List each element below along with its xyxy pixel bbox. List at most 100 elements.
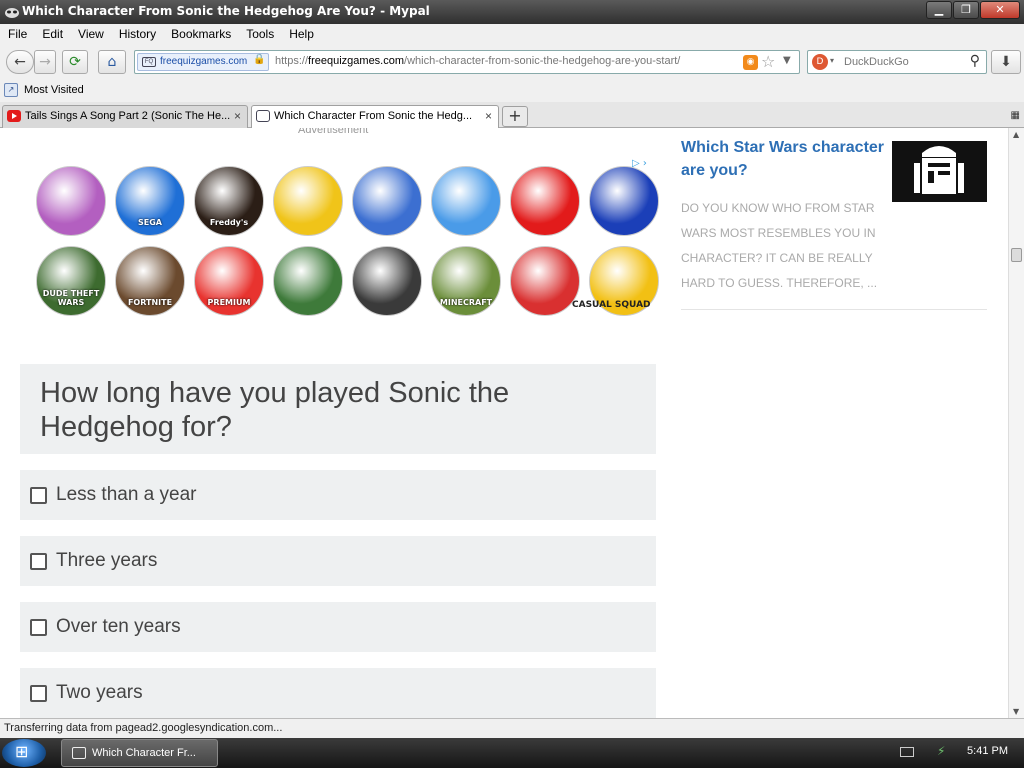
new-tab-button[interactable]: + bbox=[502, 106, 528, 127]
game-ad-label: SEGA bbox=[138, 218, 162, 227]
mypal-taskbar-icon bbox=[72, 747, 86, 759]
tab-close-icon[interactable]: × bbox=[485, 106, 492, 127]
restore-button[interactable]: ❐ bbox=[953, 1, 979, 19]
menu-tools[interactable]: Tools bbox=[246, 24, 274, 44]
game-ad-icon[interactable] bbox=[431, 166, 501, 236]
menu-bookmarks[interactable]: Bookmarks bbox=[171, 24, 231, 44]
game-ad-icon[interactable] bbox=[36, 166, 106, 236]
game-ad-label: Freddy's bbox=[209, 218, 249, 227]
navigation-toolbar: ← → ⟳ ⌂ FQ freequizgames.com 🔒 https://f… bbox=[0, 44, 1024, 80]
answer-option[interactable]: Less than a year bbox=[20, 470, 656, 520]
keyboard-icon[interactable] bbox=[900, 747, 914, 757]
window-titlebar: Which Character From Sonic the Hedgehog … bbox=[0, 0, 1024, 24]
tab-list-icon[interactable]: ▦ bbox=[1011, 110, 1020, 121]
game-ad-icon[interactable]: MINECRAFT bbox=[431, 246, 501, 316]
status-bar: Transferring data from pagead2.googlesyn… bbox=[0, 718, 1024, 738]
bookmark-star-icon[interactable]: ☆ bbox=[761, 52, 775, 71]
site-favicon-icon: FQ bbox=[142, 57, 156, 67]
network-icon[interactable]: ⚡ bbox=[937, 744, 945, 758]
home-button[interactable]: ⌂ bbox=[98, 50, 126, 74]
game-ad-icon[interactable] bbox=[352, 166, 422, 236]
rss-feed-icon[interactable]: ◉ bbox=[743, 55, 758, 70]
tab-tails-sings[interactable]: Tails Sings A Song Part 2 (Sonic The He.… bbox=[2, 105, 248, 128]
answer-label: Two years bbox=[56, 682, 143, 703]
back-button[interactable]: ← bbox=[6, 50, 34, 74]
status-text: Transferring data from pagead2.googlesyn… bbox=[4, 722, 283, 734]
game-ad-icon[interactable]: DUDE THEFT WARS bbox=[36, 246, 106, 316]
bookmark-most-visited[interactable]: ↗ Most Visited bbox=[4, 83, 84, 97]
menu-file[interactable]: File bbox=[8, 24, 27, 44]
answer-label: Over ten years bbox=[56, 616, 181, 637]
checkbox-icon[interactable] bbox=[30, 684, 47, 702]
related-quiz-title[interactable]: Which Star Wars character are you? bbox=[681, 136, 886, 182]
checkbox-icon[interactable] bbox=[30, 618, 47, 636]
game-ad-icon[interactable]: PREMIUM bbox=[194, 246, 264, 316]
duckduckgo-icon[interactable]: D bbox=[812, 54, 828, 70]
game-ad-icon[interactable] bbox=[352, 246, 422, 316]
mypal-app-icon bbox=[4, 4, 20, 20]
taskbar-window-button[interactable]: Which Character Fr... bbox=[61, 739, 218, 767]
game-ad-label: DUDE THEFT WARS bbox=[42, 289, 100, 307]
game-ad-icon[interactable]: FORTNITE bbox=[115, 246, 185, 316]
search-placeholder: DuckDuckGo bbox=[844, 56, 909, 68]
answer-label: Less than a year bbox=[56, 484, 197, 505]
divider bbox=[681, 309, 987, 310]
minimize-button[interactable]: ▁ bbox=[926, 1, 952, 19]
menu-bar: File Edit View History Bookmarks Tools H… bbox=[0, 24, 1024, 44]
checkbox-icon[interactable] bbox=[30, 552, 47, 570]
scroll-up-icon[interactable]: ▲ bbox=[1013, 130, 1019, 139]
menu-history[interactable]: History bbox=[119, 24, 156, 44]
page-scrollbar[interactable]: ▲ ▼ bbox=[1008, 128, 1024, 718]
reload-button[interactable]: ⟳ bbox=[62, 50, 88, 74]
windows-taskbar: Which Character Fr... ⚡ 5:41 PM bbox=[0, 738, 1024, 768]
casual-squad-logo: CASUAL SQUAD bbox=[572, 300, 651, 310]
game-ad-label: MINECRAFT bbox=[439, 298, 493, 307]
site-identity[interactable]: FQ freequizgames.com bbox=[137, 53, 269, 71]
answer-option[interactable]: Two years bbox=[20, 668, 656, 718]
game-ad-icon[interactable] bbox=[510, 166, 580, 236]
window-title: Which Character From Sonic the Hedgehog … bbox=[22, 4, 430, 18]
game-ad-icon[interactable]: SEGA bbox=[115, 166, 185, 236]
menu-view[interactable]: View bbox=[78, 24, 104, 44]
game-ad-label: PREMIUM bbox=[207, 298, 251, 307]
tab-close-icon[interactable]: × bbox=[234, 106, 241, 127]
answer-option[interactable]: Over ten years bbox=[20, 602, 656, 652]
close-button[interactable]: ✕ bbox=[980, 1, 1020, 19]
game-ad-icon[interactable] bbox=[510, 246, 580, 316]
game-ad-icon[interactable] bbox=[273, 246, 343, 316]
tab-bar: Tails Sings A Song Part 2 (Sonic The He.… bbox=[0, 102, 1024, 128]
scroll-thumb[interactable] bbox=[1011, 248, 1022, 262]
url-text[interactable]: https://freequizgames.com/which-characte… bbox=[275, 55, 735, 67]
game-ad-label: FORTNITE bbox=[127, 298, 173, 307]
search-icon[interactable]: ⚲ bbox=[970, 53, 980, 69]
start-button[interactable] bbox=[2, 739, 46, 767]
url-bar[interactable]: FQ freequizgames.com 🔒 https://freequizg… bbox=[134, 50, 800, 74]
advertisement-label: Advertisement bbox=[298, 128, 369, 136]
freequizgames-icon bbox=[256, 110, 270, 122]
url-dropdown-icon[interactable]: ▼ bbox=[783, 55, 791, 66]
search-engine-dropdown-icon[interactable]: ▾ bbox=[830, 56, 834, 65]
page-content: Advertisement ▷ › SEGA Freddy's DUDE THEFT… bbox=[0, 128, 1008, 718]
r2d2-thumbnail[interactable] bbox=[892, 141, 987, 202]
menu-edit[interactable]: Edit bbox=[42, 24, 63, 44]
system-tray: ⚡ 5:41 PM bbox=[884, 738, 1024, 768]
answer-option[interactable]: Three years bbox=[20, 536, 656, 586]
lock-icon: 🔒 bbox=[253, 54, 266, 65]
checkbox-icon[interactable] bbox=[30, 486, 47, 504]
download-button[interactable]: ⬇ bbox=[991, 50, 1021, 74]
quiz-question: How long have you played Sonic the Hedge… bbox=[40, 377, 510, 443]
game-ad-grid: SEGA Freddy's DUDE THEFT WARS FORTNITE PREMI… bbox=[36, 166, 660, 316]
tab-sonic-quiz[interactable]: Which Character From Sonic the Hedg... × bbox=[251, 105, 499, 128]
youtube-icon bbox=[7, 110, 21, 122]
quiz-question-box: How long have you played Sonic the Hedge… bbox=[20, 364, 656, 454]
bookmarks-toolbar: ↗ Most Visited bbox=[0, 80, 1024, 102]
menu-help[interactable]: Help bbox=[289, 24, 314, 44]
forward-button[interactable]: → bbox=[34, 50, 56, 74]
scroll-down-icon[interactable]: ▼ bbox=[1013, 707, 1019, 716]
game-ad-icon[interactable] bbox=[589, 166, 659, 236]
clock[interactable]: 5:41 PM bbox=[967, 745, 1008, 757]
game-ad-icon[interactable] bbox=[273, 166, 343, 236]
search-box[interactable]: D ▾ DuckDuckGo ⚲ bbox=[807, 50, 987, 74]
most-visited-icon: ↗ bbox=[4, 83, 18, 97]
game-ad-icon[interactable]: Freddy's bbox=[194, 166, 264, 236]
